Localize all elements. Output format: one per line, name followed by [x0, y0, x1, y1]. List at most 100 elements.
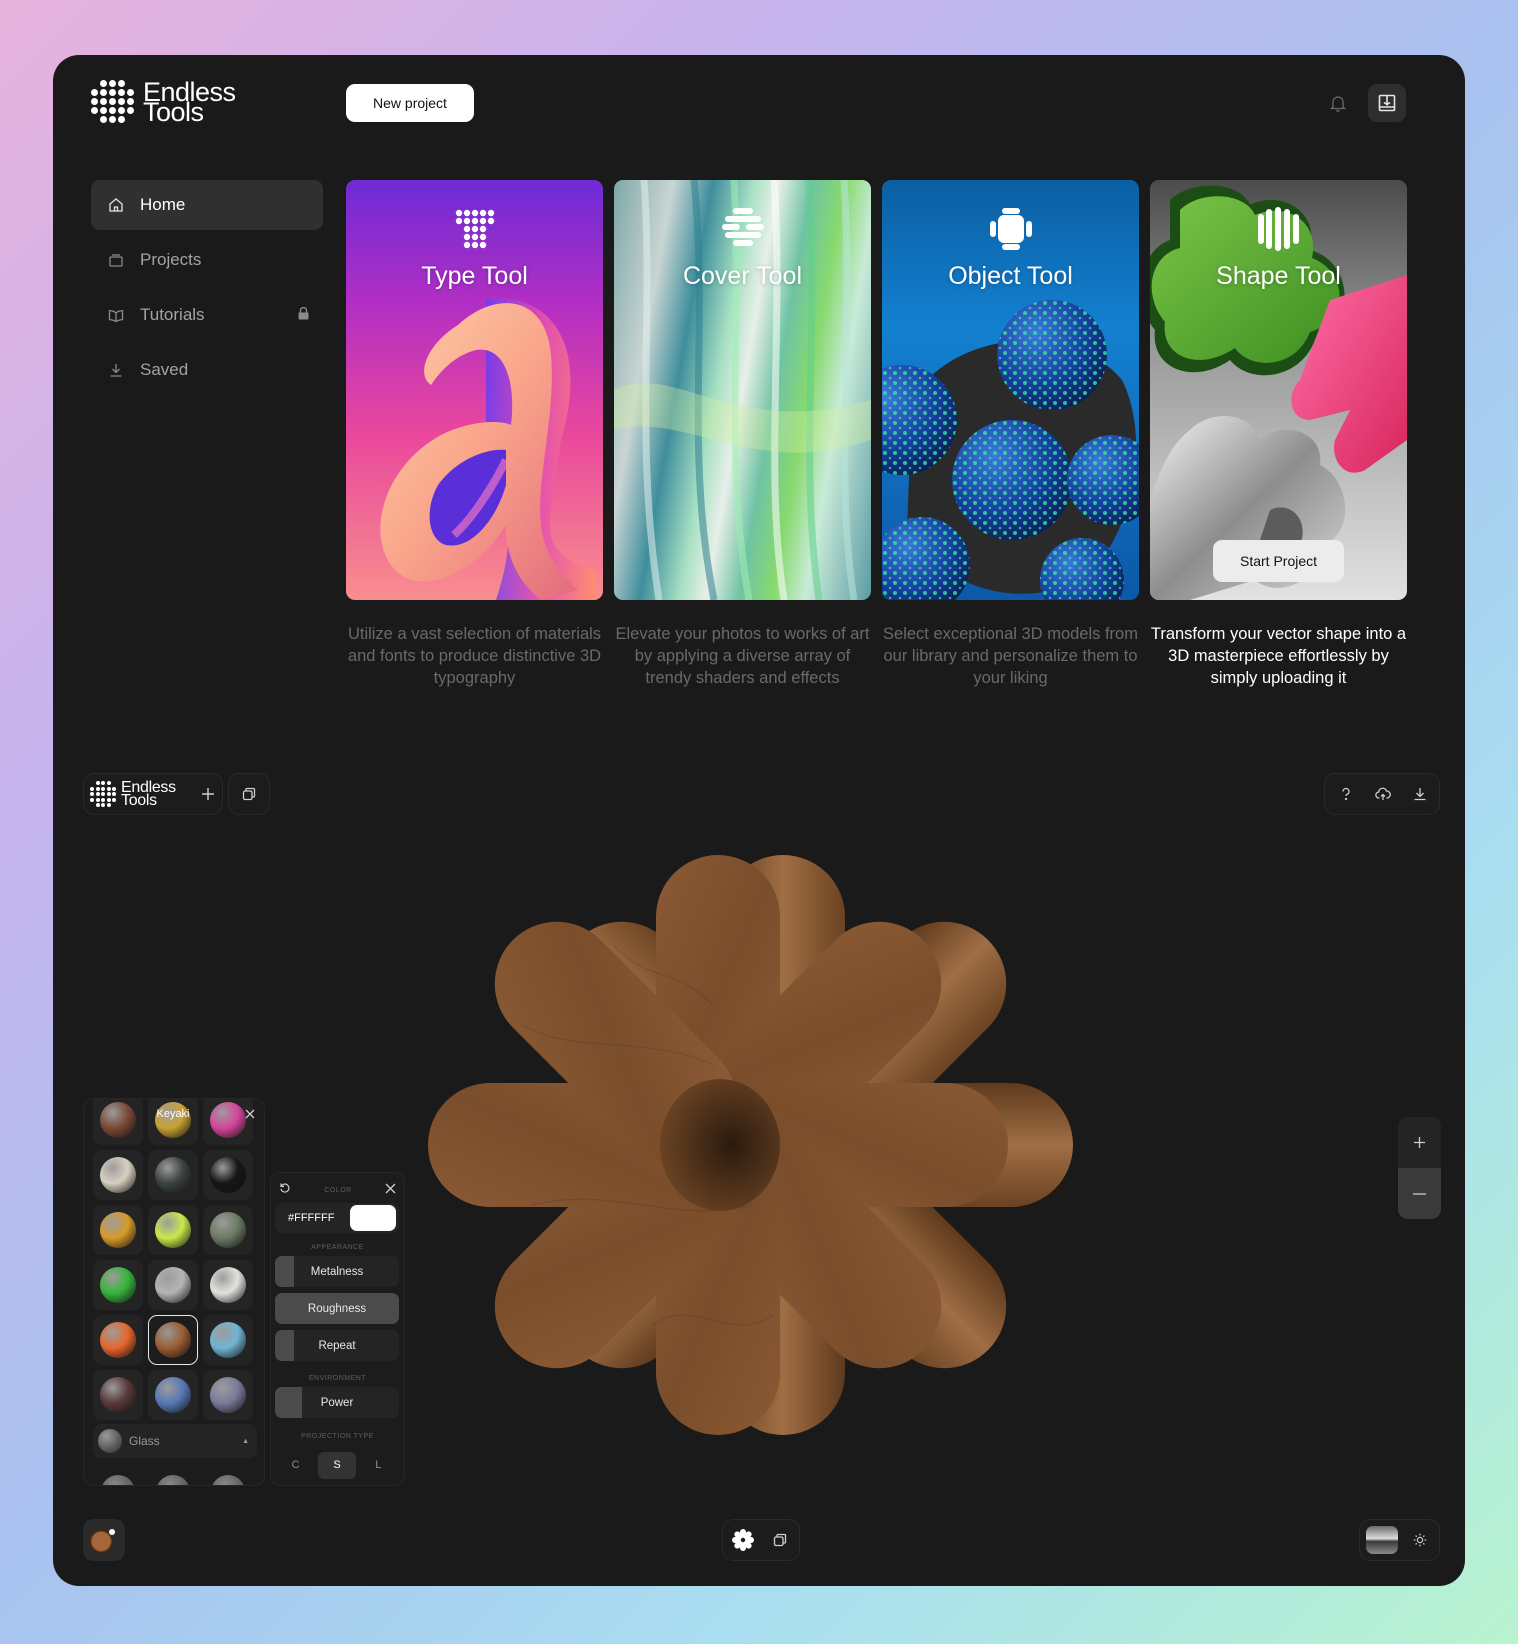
material-swatch[interactable]: [203, 1150, 253, 1200]
object-tool-description: Select exceptional 3D models from our li…: [883, 625, 1138, 687]
bell-icon: [1330, 95, 1346, 112]
glass-icon: [98, 1429, 122, 1453]
material-category-select[interactable]: Glass ▲: [93, 1424, 257, 1458]
material-swatch[interactable]: [93, 1370, 143, 1420]
export-button[interactable]: [1402, 775, 1439, 813]
shape-toolbar: [722, 1519, 800, 1561]
lighting-button[interactable]: [1401, 1521, 1439, 1559]
close-palette-button[interactable]: [245, 1106, 255, 1124]
material-swatch[interactable]: [148, 1315, 198, 1365]
home-icon: [109, 198, 123, 212]
color-swatch[interactable]: [350, 1205, 396, 1231]
cloud-save-button[interactable]: [1364, 775, 1401, 813]
editor-brand-group: Endless Tools: [83, 773, 223, 815]
plus-icon: [1414, 1137, 1425, 1148]
cover-tool-description: Elevate your photos to works of art by a…: [615, 625, 870, 687]
editor-actions-group: [1324, 773, 1440, 815]
material-ball: [210, 1102, 246, 1138]
material-swatch[interactable]: [203, 1315, 253, 1365]
sidebar-item-label: Saved: [140, 360, 189, 379]
help-icon: [1342, 787, 1350, 801]
glass-swatch[interactable]: [203, 1463, 253, 1485]
projection-option[interactable]: L: [359, 1452, 397, 1479]
new-project-button[interactable]: New project: [346, 84, 474, 122]
material-ball: [210, 1377, 246, 1413]
material-swatch[interactable]: [203, 1370, 253, 1420]
sidebar-item-home[interactable]: Home: [91, 180, 323, 230]
shape-duplicate-button[interactable]: [762, 1521, 800, 1559]
hex-value: #FFFFFF: [288, 1212, 335, 1224]
reset-button[interactable]: [279, 1181, 291, 1199]
repeat-slider[interactable]: Repeat: [275, 1330, 399, 1361]
zoom-in-button[interactable]: [1398, 1117, 1441, 1168]
zoom-control: [1398, 1117, 1441, 1219]
material-swatch[interactable]: [93, 1260, 143, 1310]
glass-swatch[interactable]: [93, 1463, 143, 1485]
book-open-icon: [108, 309, 124, 323]
library-button[interactable]: [1368, 84, 1406, 122]
brand-name: Endless Tools: [143, 76, 236, 127]
sidebar-item-projects[interactable]: Projects: [91, 235, 323, 285]
projection-option[interactable]: S: [317, 1451, 356, 1479]
editor-logo[interactable]: Endless Tools: [84, 779, 194, 809]
help-button[interactable]: [1327, 775, 1364, 813]
material-swatch[interactable]: [148, 1205, 198, 1255]
editor-brand-name: Endless Tools: [121, 779, 176, 809]
sidebar-item-saved[interactable]: Saved: [91, 345, 323, 395]
shape-select-button[interactable]: [724, 1521, 762, 1559]
brand-logo[interactable]: Endless Tools: [91, 76, 236, 127]
sun-icon: [1413, 1533, 1427, 1547]
zoom-out-button[interactable]: [1398, 1168, 1441, 1219]
material-ball: [100, 1102, 136, 1138]
material-swatch[interactable]: [148, 1260, 198, 1310]
material-swatch[interactable]: [93, 1150, 143, 1200]
notifications-button[interactable]: [1319, 84, 1357, 122]
material-ball: [100, 1377, 136, 1413]
close-icon: [245, 1109, 255, 1119]
projects-icon: [109, 254, 123, 267]
cloud-upload-icon: [1375, 787, 1391, 800]
type-tool-card[interactable]: Type Tool: [346, 180, 603, 600]
material-ball: [100, 1157, 136, 1193]
download-icon: [1414, 788, 1426, 801]
material-ball: [100, 1212, 136, 1248]
duplicate-button[interactable]: [230, 775, 268, 813]
cover-tool-card[interactable]: Cover Tool: [614, 180, 871, 600]
card-title: Shape Tool: [1216, 262, 1341, 290]
shape-tool-card[interactable]: Shape Tool Start Project: [1150, 180, 1407, 600]
material-swatch[interactable]: [148, 1370, 198, 1420]
power-slider[interactable]: Power: [275, 1387, 399, 1418]
material-swatch-grid: Keyaki: [93, 1099, 253, 1420]
caret-up-icon: ▲: [242, 1437, 249, 1445]
material-ball: [210, 1322, 246, 1358]
card-title: Cover Tool: [682, 262, 803, 290]
sidebar-item-label: Tutorials: [140, 305, 205, 324]
material-swatch[interactable]: [203, 1260, 253, 1310]
metalness-slider[interactable]: Metalness: [275, 1256, 399, 1287]
material-swatch[interactable]: Keyaki: [148, 1099, 198, 1145]
material-swatch[interactable]: [148, 1150, 198, 1200]
logo-dots-icon: [90, 781, 116, 807]
add-button[interactable]: [194, 775, 222, 813]
roughness-slider[interactable]: Roughness: [275, 1293, 399, 1324]
material-swatch[interactable]: [93, 1205, 143, 1255]
start-project-button[interactable]: Start Project: [1213, 540, 1344, 582]
glass-swatch[interactable]: [148, 1463, 198, 1485]
projection-option[interactable]: C: [277, 1452, 315, 1479]
sidebar-nav: Home Projects Tutorials Saved: [91, 180, 323, 400]
projection-type-toggle: CSL: [275, 1451, 399, 1479]
material-swatch[interactable]: [93, 1315, 143, 1365]
material-swatch[interactable]: [203, 1205, 253, 1255]
close-panel-button[interactable]: [385, 1181, 396, 1199]
material-toggle-button[interactable]: [83, 1519, 125, 1561]
object-tool-card[interactable]: Object Tool: [882, 180, 1139, 600]
material-swatch[interactable]: [93, 1099, 143, 1145]
environment-map-button[interactable]: [1363, 1521, 1401, 1559]
cover-tool-icon: [720, 206, 766, 257]
sidebar-item-tutorials[interactable]: Tutorials: [91, 290, 323, 340]
object-tool-icon: [988, 206, 1034, 257]
duplicate-group: [228, 773, 270, 815]
card-title: Type Tool: [421, 262, 528, 290]
hex-color-input[interactable]: #FFFFFF: [275, 1203, 399, 1233]
environment-toolbar: [1359, 1519, 1440, 1561]
